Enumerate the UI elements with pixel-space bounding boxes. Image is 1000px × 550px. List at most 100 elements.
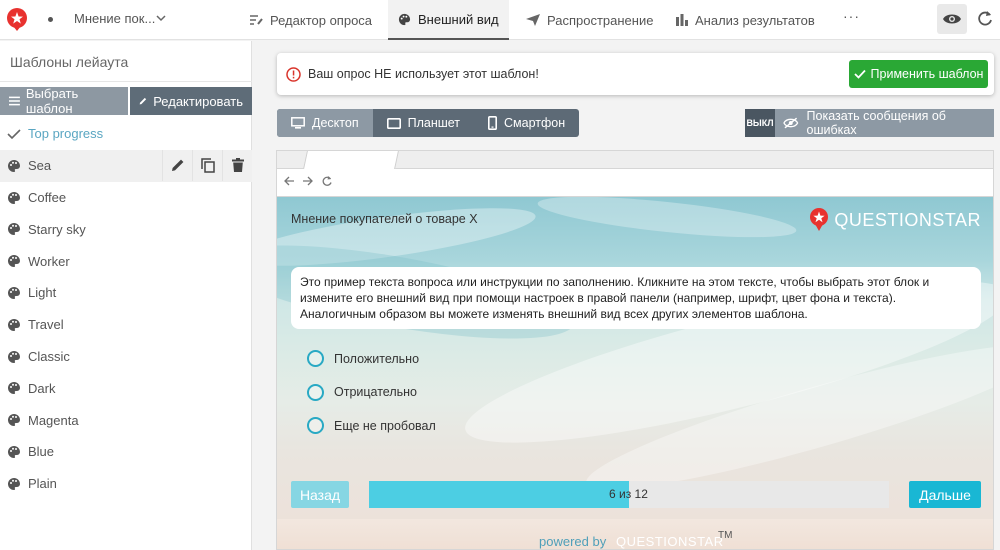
template-label: Magenta xyxy=(28,412,79,428)
template-label: Dark xyxy=(28,380,56,396)
apply-template-label: Применить шаблон xyxy=(870,67,984,81)
edit-template-label: Редактировать xyxy=(153,93,243,109)
send-icon xyxy=(526,14,540,26)
template-item-blue[interactable]: Blue xyxy=(0,436,252,468)
palette-icon xyxy=(8,286,20,299)
next-button[interactable]: Дальше xyxy=(909,481,981,508)
refresh-icon[interactable] xyxy=(975,9,995,29)
palette-icon xyxy=(398,13,411,25)
check-icon xyxy=(853,69,866,79)
tab-results-analysis[interactable]: Анализ результатов xyxy=(666,0,825,40)
browser-preview-frame: Мнение покупателей о товаре X QUESTIONST… xyxy=(276,150,994,550)
template-actions xyxy=(162,149,252,181)
device-label: Планшет xyxy=(407,116,461,130)
reload-icon xyxy=(322,176,332,186)
radio-button[interactable] xyxy=(307,350,324,368)
tab-label: Распространение xyxy=(547,12,654,28)
toggle-state-badge: ВЫКЛ xyxy=(745,109,775,137)
device-switcher: Десктоп Планшет Смартфон xyxy=(277,109,580,137)
template-label: Worker xyxy=(28,253,70,269)
show-errors-label: Показать сообщения об ошибках xyxy=(806,109,946,137)
browser-tab-bar xyxy=(277,151,993,169)
palette-icon xyxy=(8,477,20,490)
device-label: Смартфон xyxy=(504,116,566,130)
template-item-dark[interactable]: Dark xyxy=(0,372,252,404)
template-item-light[interactable]: Light xyxy=(0,277,252,309)
palette-icon xyxy=(8,414,20,427)
sidebar-title: Шаблоны лейаута xyxy=(10,54,129,70)
show-errors-toggle[interactable]: ВЫКЛ Показать сообщения об ошибках xyxy=(745,109,994,137)
copy-icon xyxy=(200,158,215,173)
browser-tab xyxy=(303,151,399,169)
preview-button[interactable] xyxy=(937,4,967,34)
palette-icon xyxy=(8,350,20,363)
survey-header: Мнение покупателей о товаре X QUESTIONST… xyxy=(277,197,993,255)
trademark-mark: TM xyxy=(718,530,733,541)
template-item-travel[interactable]: Travel xyxy=(0,309,252,341)
answer-option[interactable]: Положительно xyxy=(307,342,436,376)
template-item-worker[interactable]: Worker xyxy=(0,245,252,277)
bar-chart-icon xyxy=(676,14,688,26)
apply-template-button[interactable]: Применить шаблон xyxy=(849,60,988,88)
device-phone-button[interactable]: Смартфон xyxy=(474,109,579,137)
template-item-coffee[interactable]: Coffee xyxy=(0,182,252,214)
edit-template-row-button[interactable] xyxy=(162,149,192,181)
back-button[interactable]: Назад xyxy=(291,481,349,508)
device-label: Десктоп xyxy=(312,116,359,130)
template-item-sea[interactable]: Sea xyxy=(0,149,252,182)
more-menu-button[interactable]: ··· xyxy=(843,8,860,24)
question-text-block[interactable]: Это пример текста вопроса или инструкции… xyxy=(291,267,981,329)
tab-appearance[interactable]: Внешний вид xyxy=(388,0,509,40)
device-desktop-button[interactable]: Десктоп xyxy=(277,109,373,137)
copy-template-button[interactable] xyxy=(192,149,222,181)
tab-label: Внешний вид xyxy=(418,11,499,27)
sidebar-toolbar: Выбрать шаблон Редактировать xyxy=(0,86,252,116)
template-item-starry-sky[interactable]: Starry sky xyxy=(0,213,252,245)
template-item-classic[interactable]: Classic xyxy=(0,341,252,373)
answer-options: Положительно Отрицательно Еще не пробова… xyxy=(307,342,436,443)
template-label: Light xyxy=(28,285,57,301)
answer-option[interactable]: Еще не пробовал xyxy=(307,409,436,443)
tab-survey-editor[interactable]: Редактор опроса xyxy=(240,0,382,40)
list-icon xyxy=(9,96,20,106)
progress-fill xyxy=(369,481,629,508)
arrow-right-icon xyxy=(303,176,313,186)
palette-icon xyxy=(8,191,20,204)
app-logo-icon[interactable] xyxy=(4,6,30,32)
questionstar-logo-icon xyxy=(810,208,829,231)
answer-label: Положительно xyxy=(334,351,420,366)
powered-by-text: powered by xyxy=(539,534,607,549)
tab-label: Редактор опроса xyxy=(270,12,373,28)
pencil-icon xyxy=(171,159,183,172)
brand-logo[interactable]: QUESTIONSTAR xyxy=(808,207,981,233)
powered-by-brand[interactable]: QUESTIONSTAR xyxy=(616,534,724,549)
template-item-top-progress[interactable]: Top progress xyxy=(0,118,252,150)
select-template-button[interactable]: Выбрать шаблон xyxy=(0,86,128,116)
palette-icon xyxy=(8,318,20,331)
template-label: Plain xyxy=(28,476,57,492)
template-item-magenta[interactable]: Magenta xyxy=(0,404,252,436)
notice-text: Ваш опрос НЕ использует этот шаблон! xyxy=(308,67,539,81)
top-bar: Мнение пок... Редактор опроса Внешний ви… xyxy=(0,0,1000,40)
chevron-down-icon[interactable] xyxy=(156,13,166,23)
radio-button[interactable] xyxy=(307,417,324,435)
radio-button[interactable] xyxy=(307,383,324,401)
survey-preview: Мнение покупателей о товаре X QUESTIONST… xyxy=(277,197,993,549)
edit-template-button[interactable]: Редактировать xyxy=(130,87,252,115)
progress-text: 6 из 12 xyxy=(609,487,648,501)
template-item-plain[interactable]: Plain xyxy=(0,468,252,500)
survey-name-dropdown[interactable]: Мнение пок... xyxy=(74,11,155,26)
device-tablet-button[interactable]: Планшет xyxy=(373,109,474,137)
templates-sidebar: Шаблоны лейаута Выбрать шаблон Редактиро… xyxy=(0,41,252,550)
tab-distribution[interactable]: Распространение xyxy=(516,0,663,40)
eye-icon xyxy=(943,14,961,24)
check-icon xyxy=(7,129,21,140)
select-template-label: Выбрать шаблон xyxy=(25,86,79,116)
tab-label: Анализ результатов xyxy=(695,12,815,28)
answer-option[interactable]: Отрицательно xyxy=(307,376,436,410)
survey-title[interactable]: Мнение покупателей о товаре X xyxy=(291,212,478,226)
palette-icon xyxy=(8,223,20,236)
delete-template-button[interactable] xyxy=(222,149,252,181)
info-circle-icon xyxy=(286,67,301,82)
template-label: Starry sky xyxy=(28,221,86,237)
